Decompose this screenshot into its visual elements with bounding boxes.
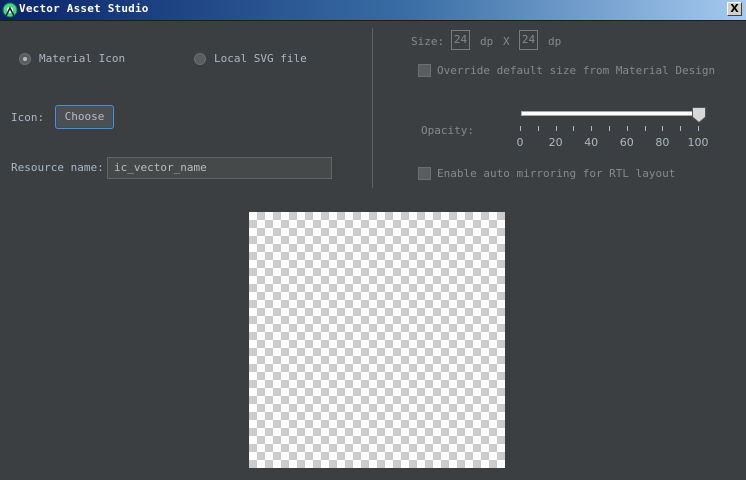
opacity-tick-label: 60	[619, 136, 634, 149]
opacity-tick-label: 0	[516, 136, 524, 149]
opacity-tick-label: 40	[584, 136, 599, 149]
opacity-tick-label: 80	[655, 136, 670, 149]
icon-preview-canvas	[249, 212, 505, 468]
title-bar: Vector Asset Studio X	[0, 0, 746, 21]
resource-name-label: Resource name:	[11, 161, 104, 174]
material-icon-radio[interactable]	[19, 53, 31, 65]
rtl-mirroring-checkbox[interactable]	[418, 167, 431, 180]
opacity-tick	[609, 126, 610, 131]
size-separator: X	[503, 35, 510, 48]
opacity-tick	[591, 126, 593, 131]
opacity-tick	[680, 126, 682, 131]
size-width-field[interactable]: 24	[451, 30, 470, 50]
choose-button[interactable]: Choose	[55, 105, 114, 129]
resource-name-input[interactable]: ic_vector_name	[107, 157, 332, 179]
icon-label: Icon:	[11, 111, 45, 124]
size-height-field[interactable]: 24	[519, 30, 538, 50]
override-size-label[interactable]: Override default size from Material Desi…	[437, 64, 715, 77]
android-studio-icon	[2, 2, 18, 18]
opacity-tick	[573, 126, 575, 131]
close-icon: X	[730, 2, 739, 15]
opacity-tick	[555, 126, 557, 131]
opacity-tick	[644, 126, 646, 131]
size-height-unit: dp	[548, 35, 562, 48]
size-label: Size:	[411, 35, 445, 48]
opacity-slider-track[interactable]	[521, 111, 697, 116]
opacity-tick-label: 20	[548, 136, 563, 149]
vertical-divider	[372, 28, 373, 188]
override-size-checkbox[interactable]	[418, 64, 431, 77]
close-button[interactable]: X	[727, 2, 742, 16]
window-title: Vector Asset Studio	[19, 2, 149, 15]
local-svg-radio-label[interactable]: Local SVG file	[214, 52, 307, 65]
opacity-tick	[662, 126, 664, 131]
opacity-tick	[626, 126, 628, 131]
opacity-tick	[537, 126, 539, 131]
local-svg-radio[interactable]	[194, 53, 206, 65]
size-width-unit: dp	[480, 35, 494, 48]
opacity-label: Opacity:	[421, 124, 474, 137]
opacity-tick	[520, 126, 521, 131]
slider-thumb-icon[interactable]	[692, 107, 706, 123]
material-icon-radio-label[interactable]: Material Icon	[39, 52, 125, 65]
opacity-tick-label: 100	[687, 136, 709, 149]
opacity-tick	[698, 126, 699, 131]
rtl-mirroring-label[interactable]: Enable auto mirroring for RTL layout	[437, 167, 675, 180]
